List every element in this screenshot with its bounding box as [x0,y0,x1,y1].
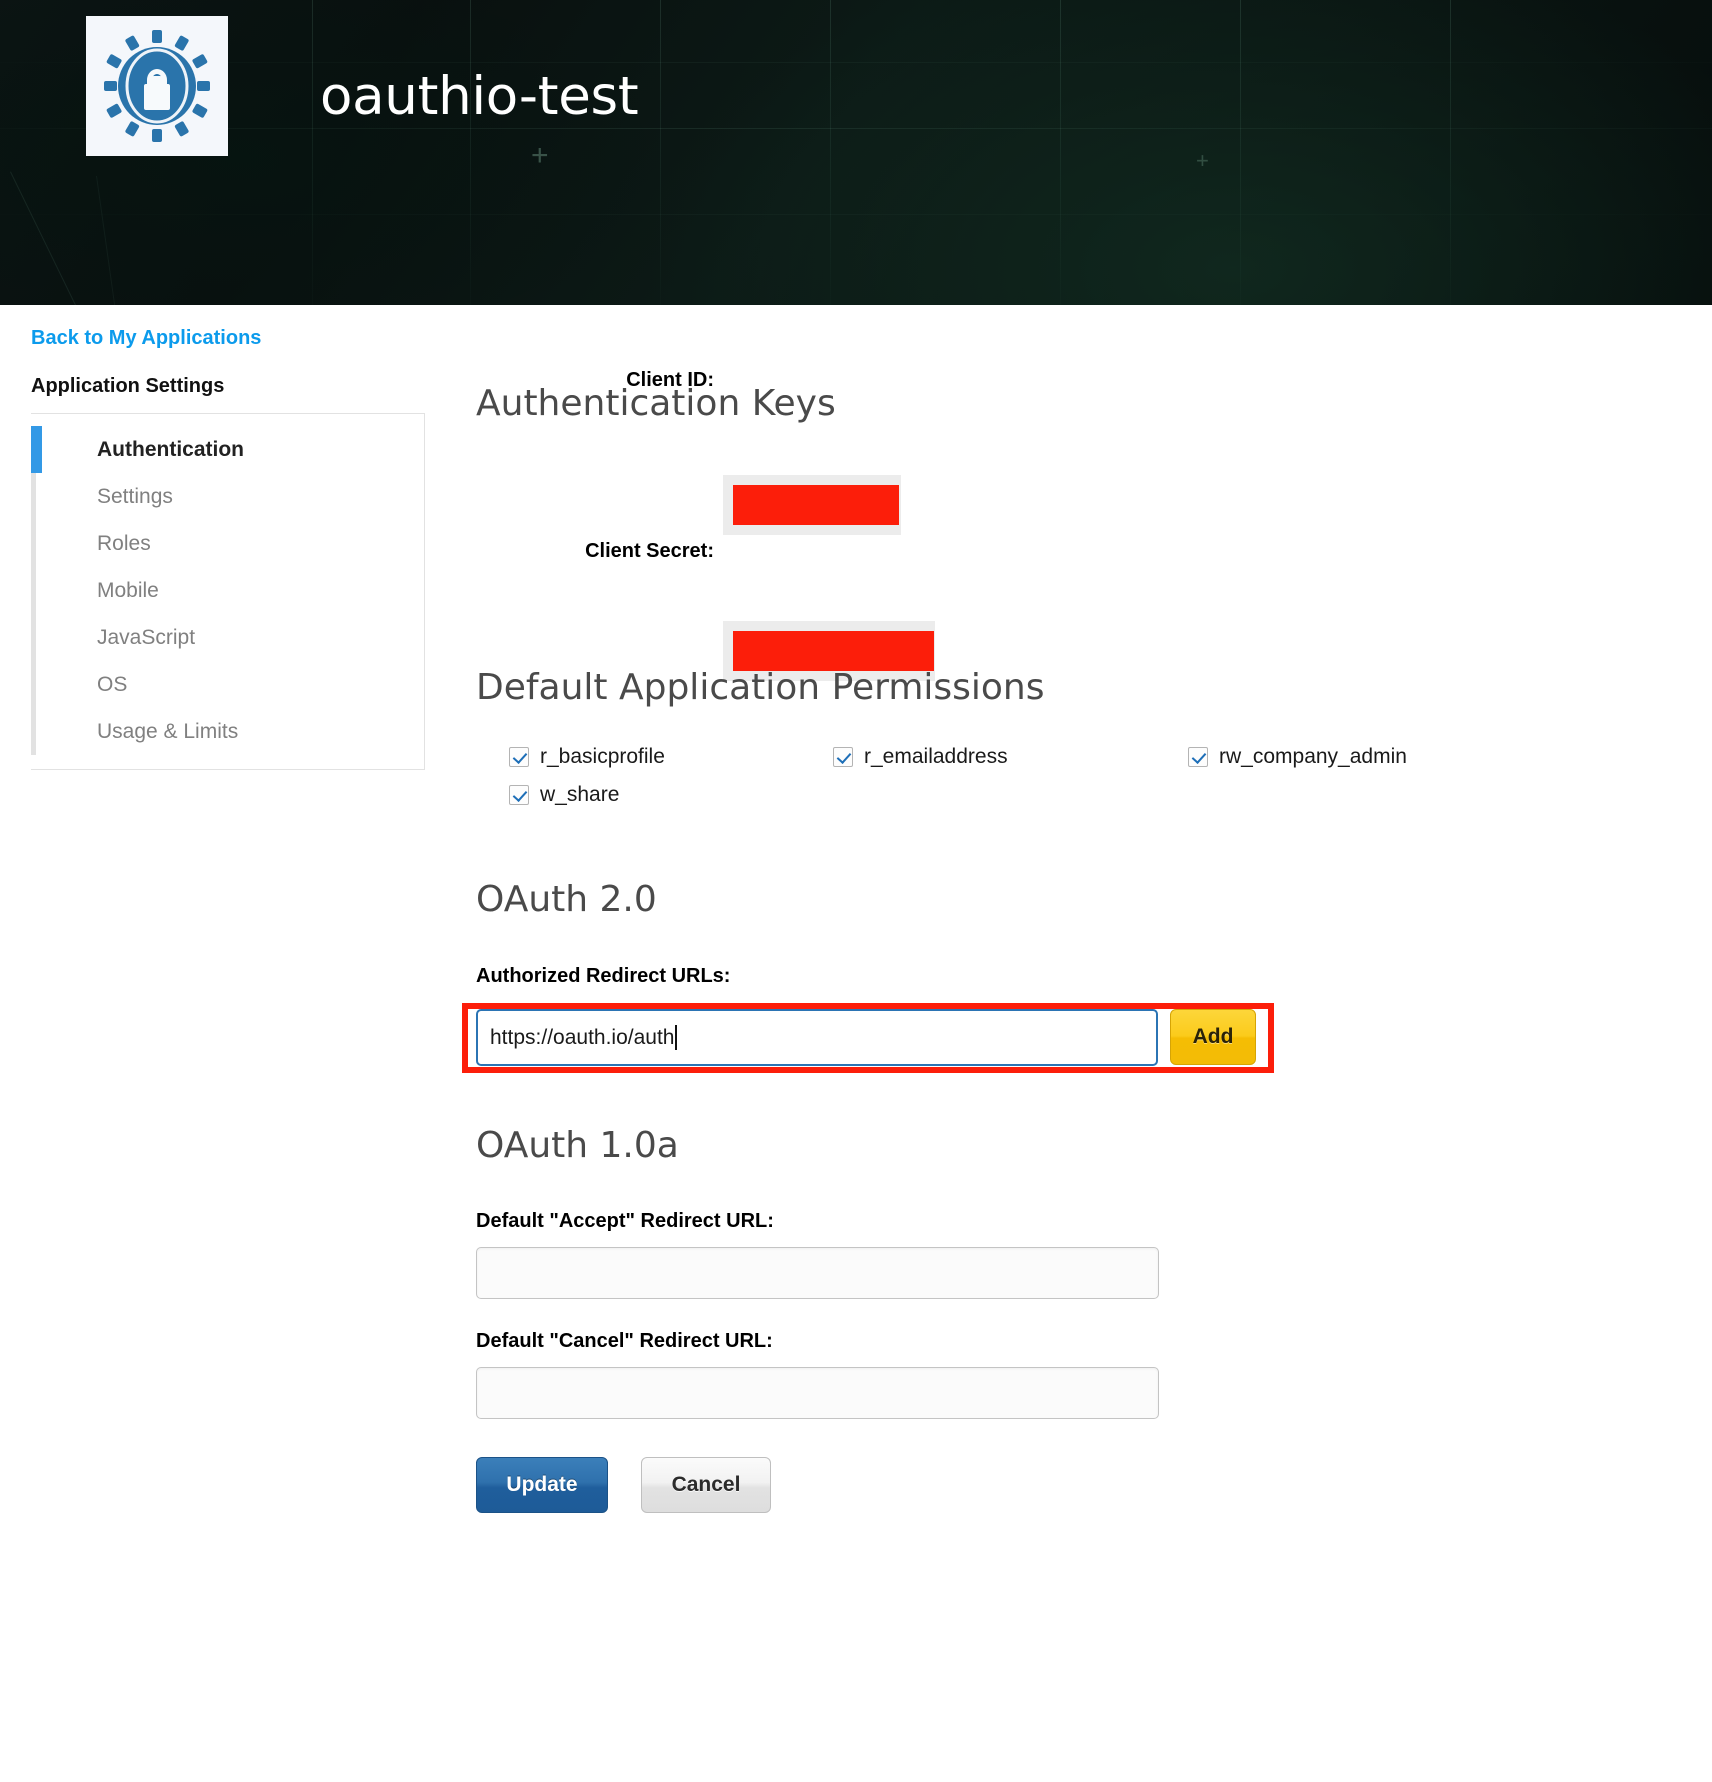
nav-rail [31,520,36,567]
add-redirect-url-button[interactable]: Add [1170,1009,1256,1065]
sidebar-item-usage-and-limits[interactable]: Usage & Limits [31,708,424,755]
checkbox-checked-icon[interactable] [509,747,529,767]
permission-r-emailaddress[interactable]: r_emailaddress [833,745,1008,769]
redacted-client-secret [733,631,934,671]
sidebar-item-os[interactable]: OS [31,661,424,708]
redirect-url-input-value: https://oauth.io/auth [490,1025,675,1049]
permission-label: r_basicprofile [540,745,665,768]
checkbox-checked-icon[interactable] [509,785,529,805]
page-body: Back to My Applications Application Sett… [0,305,1712,1782]
redirect-url-input[interactable]: https://oauth.io/auth [476,1009,1158,1066]
default-cancel-redirect-url-label: Default "Cancel" Redirect URL: [476,1330,773,1352]
update-button[interactable]: Update [476,1457,608,1513]
plus-decoration-icon-2: + [1196,148,1209,173]
text-caret [675,1025,678,1050]
sidebar-item-label: OS [97,673,128,696]
sidebar-item-label: Settings [97,485,173,508]
permissions-grid: r_basicprofile r_emailaddress rw_company… [476,745,1476,835]
authentication-keys-block: Client ID: Client Secret: [476,353,1656,681]
default-accept-redirect-url-input[interactable] [476,1247,1159,1299]
sidebar-item-label: Roles [97,532,151,555]
permission-label: w_share [540,783,620,806]
sidebar-item-authentication[interactable]: Authentication [31,426,424,473]
nav-rail [31,614,36,661]
client-id-row: Client ID: [476,353,1656,535]
permission-r-basicprofile[interactable]: r_basicprofile [509,745,665,769]
gear-lock-icon [104,30,210,142]
sidebar-item-settings[interactable]: Settings [31,473,424,520]
sidebar-item-label: Authentication [97,438,244,461]
settings-nav-list: Authentication Settings Roles Mobile Jav… [31,413,425,770]
sidebar-item-label: Usage & Limits [97,720,239,743]
plus-decoration-icon: + [531,139,549,172]
client-id-label: Client ID: [626,369,714,391]
default-accept-redirect-url-label: Default "Accept" Redirect URL: [476,1210,774,1232]
active-indicator-bar [31,426,42,473]
permission-rw-company-admin[interactable]: rw_company_admin [1188,745,1407,769]
app-header-banner: + + oauthio-test [0,0,1712,305]
nav-rail [31,661,36,708]
checkbox-checked-icon[interactable] [1188,747,1208,767]
permission-w-share[interactable]: w_share [509,783,619,807]
page-title: oauthio-test [320,66,639,127]
client-secret-label: Client Secret: [585,540,714,562]
client-secret-row: Client Secret: [476,425,1656,681]
application-settings-heading: Application Settings [31,375,225,397]
authorized-redirect-urls-label: Authorized Redirect URLs: [476,965,731,987]
default-cancel-redirect-url-input[interactable] [476,1367,1159,1419]
nav-rail [31,473,36,520]
sidebar-item-label: JavaScript [97,626,196,649]
app-logo-tile [86,16,228,156]
oauth1-heading: OAuth 1.0a [476,1125,679,1166]
default-application-permissions-heading: Default Application Permissions [476,667,1045,708]
nav-rail [31,567,36,614]
checkbox-checked-icon[interactable] [833,747,853,767]
sidebar-item-roles[interactable]: Roles [31,520,424,567]
nav-rail [31,708,36,755]
sidebar-item-mobile[interactable]: Mobile [31,567,424,614]
sidebar-item-javascript[interactable]: JavaScript [31,614,424,661]
permission-label: r_emailaddress [864,745,1008,768]
banner-background-grid: + + [0,0,1712,305]
cancel-button[interactable]: Cancel [641,1457,771,1513]
permission-label: rw_company_admin [1219,745,1407,768]
oauth2-heading: OAuth 2.0 [476,879,657,920]
back-to-my-applications-link[interactable]: Back to My Applications [31,327,261,350]
sidebar-item-label: Mobile [97,579,159,602]
